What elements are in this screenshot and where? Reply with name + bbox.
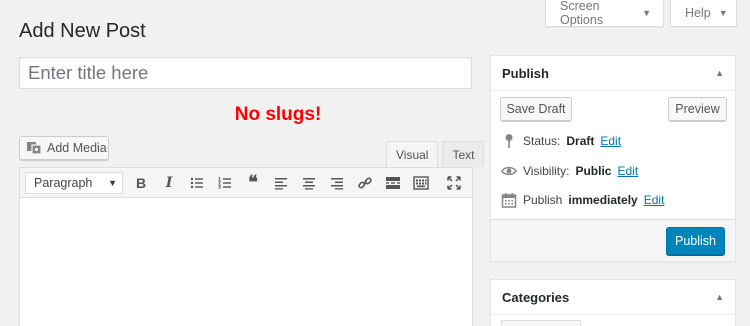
schedule-row: Publish immediately Edit (501, 192, 664, 208)
screen-options-button[interactable]: Screen Options ▼ (545, 0, 664, 27)
screen-options-label: Screen Options (560, 0, 604, 27)
save-draft-button[interactable]: Save Draft (500, 97, 572, 121)
collapse-arrow-icon[interactable]: ▲ (715, 68, 724, 78)
visibility-row: Visibility: Public Edit (501, 163, 638, 179)
svg-text:3: 3 (218, 184, 221, 190)
italic-icon[interactable]: I (155, 170, 183, 196)
help-button[interactable]: Help ▼ (670, 0, 737, 27)
page-title: Add New Post (19, 20, 146, 42)
add-media-label: Add Media (47, 141, 107, 155)
format-select[interactable]: Paragraph ▼ (25, 171, 123, 194)
publish-actions: Publish (491, 219, 735, 261)
categories-box-title: Categories (502, 289, 570, 305)
align-center-icon[interactable] (295, 170, 323, 196)
status-row: Status: Draft Edit (501, 133, 621, 149)
categories-box-header[interactable]: Categories ▲ (491, 280, 735, 315)
link-icon[interactable] (351, 170, 379, 196)
fullscreen-icon[interactable] (440, 170, 468, 196)
status-value: Draft (566, 134, 595, 148)
bold-icon[interactable]: B (127, 170, 155, 196)
add-media-button[interactable]: Add Media (19, 136, 109, 160)
edit-status-link[interactable]: Edit (600, 134, 621, 148)
screen-meta-links: Screen Options ▼ Help ▼ (545, 0, 737, 27)
align-left-icon[interactable] (267, 170, 295, 196)
bulleted-list-icon[interactable] (183, 170, 211, 196)
editor-tabs: Visual Text (386, 141, 485, 167)
publish-button[interactable]: Publish (666, 227, 725, 255)
tab-text[interactable]: Text (442, 141, 485, 167)
edit-visibility-link[interactable]: Edit (617, 164, 638, 178)
align-right-icon[interactable] (323, 170, 351, 196)
schedule-label: Publish (523, 193, 563, 207)
visibility-label: Visibility: (523, 164, 570, 178)
numbered-list-icon[interactable]: 123 (211, 170, 239, 196)
caret-down-icon: ▼ (718, 8, 728, 18)
preview-button[interactable]: Preview (668, 97, 727, 121)
categories-box: Categories ▲ (490, 279, 736, 326)
visibility-value: Public (575, 164, 612, 178)
calendar-icon (501, 192, 517, 208)
caret-down-icon: ▼ (108, 177, 117, 188)
caret-down-icon: ▼ (642, 8, 651, 18)
eye-icon (501, 163, 517, 179)
media-icon (26, 139, 42, 158)
format-select-value: Paragraph (34, 175, 93, 190)
status-label: Status: (523, 134, 561, 148)
schedule-value: immediately (568, 193, 638, 207)
editor-toolbar: Paragraph ▼ B I 123 ❝ (20, 168, 472, 198)
read-more-icon[interactable] (379, 170, 407, 196)
post-title-input[interactable] (19, 57, 472, 89)
publish-box-header[interactable]: Publish ▲ (491, 56, 735, 91)
help-label: Help (685, 6, 711, 20)
pin-icon (501, 133, 517, 149)
content-editor[interactable]: Paragraph ▼ B I 123 ❝ (19, 167, 473, 326)
publish-box-title: Publish (502, 65, 549, 81)
publish-box: Publish ▲ Save Draft Preview Status: Dra… (490, 55, 736, 262)
edit-schedule-link[interactable]: Edit (644, 193, 665, 207)
collapse-arrow-icon[interactable]: ▲ (715, 292, 724, 302)
tab-visual[interactable]: Visual (386, 141, 439, 167)
blockquote-icon[interactable]: ❝ (239, 170, 267, 196)
categories-tab[interactable] (501, 320, 581, 326)
toolbar-toggle-icon[interactable] (407, 170, 435, 196)
notice-text: No slugs! (234, 104, 322, 125)
